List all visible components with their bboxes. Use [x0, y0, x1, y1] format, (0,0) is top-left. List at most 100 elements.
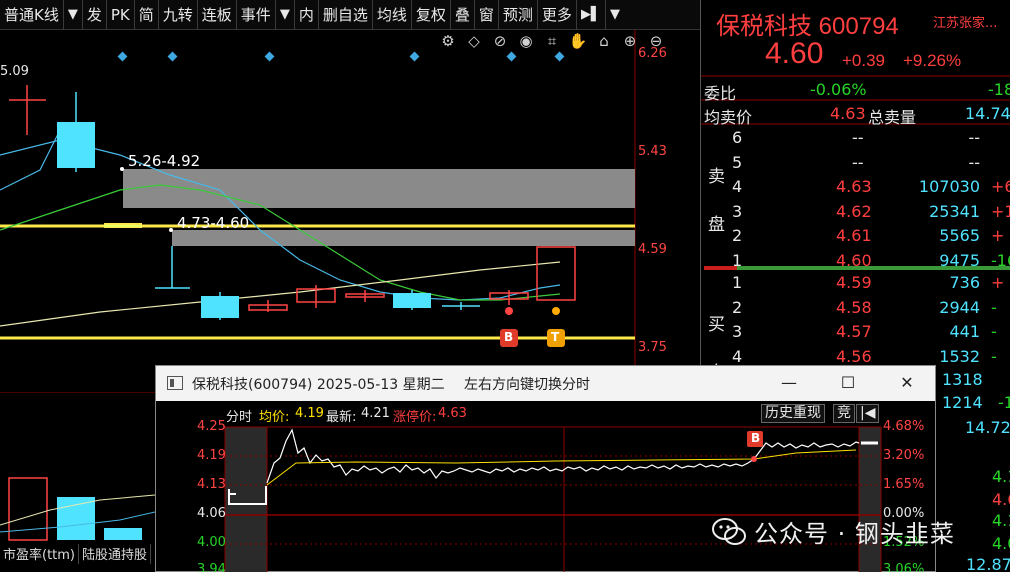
ma-line-yellow — [0, 261, 561, 327]
watermark-text: 公众号 · 钢头韭菜 — [754, 520, 955, 548]
buy-order-row[interactable]: 3 4.57 441- — [704, 322, 1010, 346]
lower-value: 1214 — [942, 393, 983, 412]
weibi-value: -0.06% — [810, 80, 867, 99]
prev-icon[interactable]: |◀ — [856, 404, 880, 423]
lower-value: 1318 — [942, 370, 983, 389]
sell-order-row[interactable]: 1 4.60 9475 -16 — [704, 251, 1010, 275]
signal-dot — [169, 228, 173, 232]
candle — [9, 85, 46, 135]
volume-bar — [57, 497, 95, 540]
export-icon[interactable]: ▶▌ — [577, 0, 606, 30]
toolbar-event-button[interactable]: 事件 — [237, 0, 276, 30]
eye-icon[interactable]: ◉ — [516, 31, 536, 51]
order-price: 4.60 — [836, 250, 872, 270]
zoom-out-icon[interactable]: ⊖ — [646, 31, 666, 51]
level-number: 2 — [732, 297, 743, 317]
eye-off-icon[interactable]: ⊘ — [490, 31, 510, 51]
lock-icon[interactable]: ⌂ — [594, 31, 614, 51]
kline-chart[interactable]: 5.09 5.26-4.92 4.73-4.60 B T 6.26 5.43 4… — [0, 30, 700, 372]
sell-order-row[interactable]: 3 4.62 25341 +1 — [704, 202, 1010, 226]
order-change: - — [991, 297, 997, 317]
order-volume: -- — [968, 128, 980, 147]
left-axis-label: 4.06 — [197, 506, 226, 521]
toolbar-forecast-button[interactable]: 预测 — [499, 0, 538, 30]
popup-title: 保税科技(600794) 2025-05-13 星期二 — [192, 377, 445, 393]
maximize-icon[interactable]: ☐ — [833, 370, 863, 396]
lower-value: 4.6 — [992, 490, 1010, 509]
chevron-down-icon[interactable]: ▼ — [276, 0, 295, 30]
order-change: +6 — [991, 177, 1010, 196]
kline-type-select[interactable]: 普通K线 — [0, 0, 64, 30]
high-price-label: 5.09 — [0, 64, 29, 79]
hand-icon[interactable]: ✋ — [568, 31, 588, 51]
diamond-icon[interactable]: ◇ — [464, 31, 484, 51]
order-price: 4.56 — [836, 346, 872, 366]
level-number: 1 — [732, 250, 743, 270]
current-price: 4.60 — [765, 37, 824, 70]
sell-order-row[interactable]: 2 4.61 5565 + — [704, 226, 1010, 250]
lower-value: -1 — [998, 393, 1010, 412]
toolbar-lianban-button[interactable]: 连板 — [198, 0, 237, 30]
buy-point-dot — [751, 456, 757, 462]
price-change: +0.39 — [842, 51, 886, 70]
level-number: 5 — [732, 152, 743, 172]
tab-pe-ttm[interactable]: 市盈率(ttm) — [0, 544, 80, 564]
history-replay-button[interactable]: 历史重现 — [761, 404, 825, 423]
toolbar-jiuzhuan-button[interactable]: 九转 — [159, 0, 198, 30]
order-volume: -- — [968, 152, 980, 172]
right-axis-label: 1.65% — [883, 477, 925, 492]
event-diamond — [167, 51, 178, 62]
order-volume: 441 — [949, 322, 980, 341]
chevron-down-icon[interactable]: ▼ — [64, 0, 83, 30]
toolbar-remove-watchlist-button[interactable]: 删自选 — [319, 0, 373, 30]
order-volume: 2944 — [939, 297, 980, 317]
chevron-down-icon[interactable]: ▼ — [606, 0, 624, 30]
signal-dot — [552, 307, 560, 315]
tab-hk-holdings[interactable]: 陆股通持股 — [79, 544, 152, 564]
candle — [393, 290, 431, 310]
toolbar-fa-button[interactable]: 发 — [83, 0, 107, 30]
buy-order-row[interactable]: 1 4.59 736 + — [704, 273, 1010, 297]
buy-marker-label: B — [751, 431, 761, 445]
toolbar-simple-button[interactable]: 简 — [135, 0, 159, 30]
lower-value: 4.1 — [992, 511, 1010, 530]
settings-icon[interactable]: ⚙ — [438, 31, 458, 51]
level-number: 4 — [732, 177, 743, 196]
ruler-icon[interactable]: ⌗ — [542, 31, 562, 51]
close-icon[interactable]: ✕ — [892, 370, 922, 396]
lower-value: 12.87 — [966, 555, 1010, 572]
sell-order-row[interactable]: 5 -- -- — [704, 153, 1010, 177]
order-price: 4.62 — [836, 201, 872, 221]
popup-titlebar[interactable]: 保税科技(600794) 2025-05-13 星期二 左右方向键切换分时 — … — [156, 366, 935, 401]
toolbar-more-button[interactable]: 更多 — [538, 0, 577, 30]
left-axis-label: 3.94 — [197, 562, 226, 572]
toolbar-overlay-button[interactable]: 叠 — [451, 0, 475, 30]
wechat-icon — [712, 517, 746, 545]
minimize-icon[interactable]: — — [774, 370, 804, 396]
auction-button[interactable]: 竞 — [833, 404, 855, 423]
right-axis-label: 4.68% — [883, 419, 925, 434]
price-change-pct: +9.26% — [903, 51, 962, 70]
gap-box-upper — [123, 169, 635, 208]
order-price: -- — [852, 128, 864, 147]
candle — [248, 300, 288, 312]
intraday-chart — [224, 426, 882, 572]
avg-price-line — [266, 449, 857, 486]
avg-sell-label: 均卖价 — [704, 108, 753, 127]
watermark: 公众号 · 钢头韭菜 — [712, 514, 955, 549]
zoom-in-icon[interactable]: ⊕ — [620, 31, 640, 51]
window-icon — [167, 376, 183, 390]
toolbar-ma-button[interactable]: 均线 — [373, 0, 412, 30]
t-marker-label: T — [551, 330, 560, 344]
toolbar-pk-button[interactable]: PK — [107, 0, 135, 30]
toolbar-inner-button[interactable]: 内 — [295, 0, 319, 30]
right-axis-label: 3.06% — [883, 562, 925, 572]
toolbar-adjust-button[interactable]: 复权 — [412, 0, 451, 30]
buy-order-row[interactable]: 2 4.58 2944- — [704, 298, 1010, 322]
sell-order-row[interactable]: 6 -- -- — [704, 128, 1010, 152]
toolbar-window-button[interactable]: 窗 — [475, 0, 499, 30]
gap-range-label-upper: 5.26-4.92 — [128, 152, 201, 170]
sell-order-row[interactable]: 4 4.63 107030 +6 — [704, 177, 1010, 201]
order-price: -- — [852, 152, 864, 172]
total-sell-value: 14.74 — [965, 104, 1010, 123]
